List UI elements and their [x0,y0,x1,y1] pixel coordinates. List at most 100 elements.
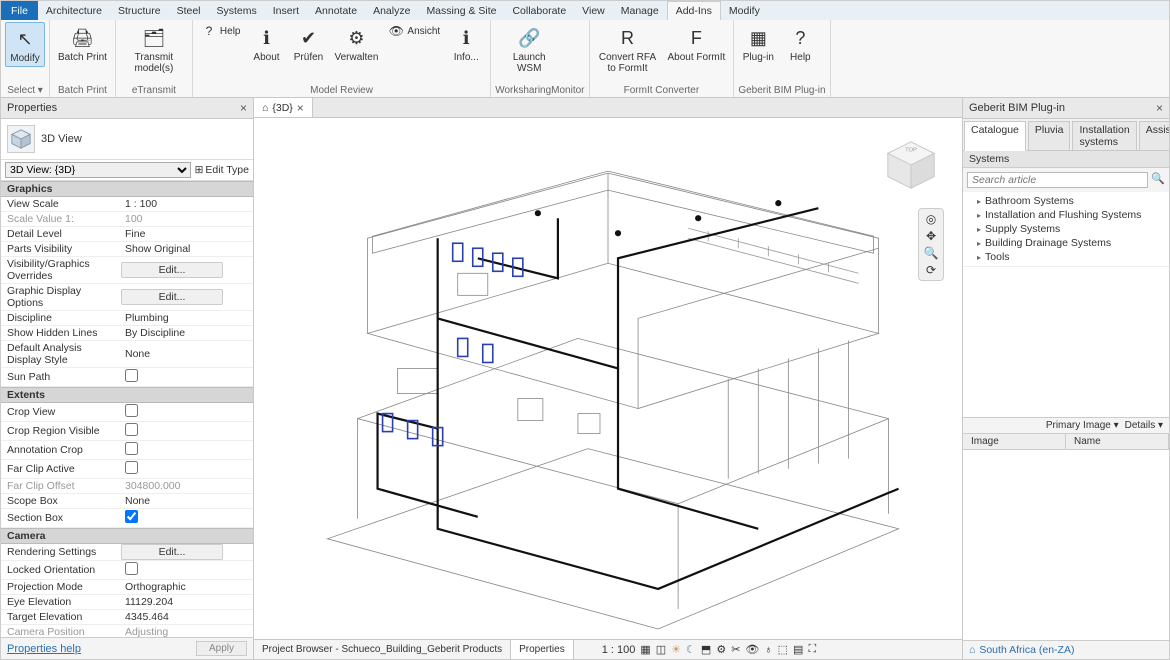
vc-icon[interactable]: ⚙ [716,643,726,656]
prop-checkbox[interactable] [121,561,253,579]
prop-value[interactable]: 4345.464 [121,610,253,624]
geberit-tab-pluvia[interactable]: Pluvia [1028,121,1071,151]
vc-icon[interactable]: ☾ [686,643,696,656]
prop-checkbox[interactable] [121,403,253,421]
edit-type-button[interactable]: ⊞ Edit Type [195,164,249,176]
steering-wheel-icon[interactable]: ◎ [926,212,936,226]
file-tab[interactable]: File [1,1,38,20]
vc-icon[interactable]: ✂ [731,643,740,656]
prop-section-header[interactable]: Extents [1,387,253,403]
tree-node[interactable]: Supply Systems [963,222,1169,236]
ribbon-group: ▦Plug-in?HelpGeberit BIM Plug-in [734,20,830,97]
type-selector[interactable]: 3D View [1,119,253,159]
properties-help-link[interactable]: Properties help [7,643,81,655]
prop-checkbox[interactable] [121,460,253,478]
ribbon-button-modify[interactable]: ↖Modify [5,22,45,67]
search-input[interactable] [967,172,1148,188]
ribbon-tab-view[interactable]: View [574,1,613,20]
tree-node[interactable]: Installation and Flushing Systems [963,208,1169,222]
tree-node[interactable]: Tools [963,250,1169,264]
geberit-tab-installation-systems[interactable]: Installation systems [1072,121,1136,151]
ribbon-button-launch-wsm[interactable]: 🔗Launch WSM [495,22,563,76]
navigation-bar[interactable]: ◎ ✥ 🔍 ⟳ [918,208,944,281]
ribbon-button-about-formit[interactable]: FAbout FormIt [664,22,730,65]
ribbon-tab-architecture[interactable]: Architecture [38,1,110,20]
prop-value[interactable]: Fine [121,227,253,241]
details-toggle[interactable]: Details ▾ [1125,420,1163,431]
view-tab-3d[interactable]: ⌂ {3D} × [254,98,313,117]
bottom-tab[interactable]: Properties [511,640,574,659]
prop-value[interactable]: 1 : 100 [121,197,253,211]
ribbon-tab-manage[interactable]: Manage [613,1,667,20]
prop-value[interactable]: By Discipline [121,326,253,340]
prop-checkbox[interactable] [121,422,253,440]
vc-icon[interactable]: ♁ [764,644,772,656]
ribbon-button-plug-in[interactable]: ▦Plug-in [738,22,778,65]
ribbon-tab-insert[interactable]: Insert [265,1,307,20]
pan-icon[interactable]: ✥ [926,229,936,243]
ribbon-button-transmit-model-s-[interactable]: 🗂Transmit model(s) [120,22,188,76]
ribbon-button-pr-fen[interactable]: ✔Prüfen [289,22,329,65]
prop-edit-button[interactable]: Edit... [121,262,223,278]
prop-section-header[interactable]: Camera [1,528,253,544]
scale-display[interactable]: 1 : 100 [602,644,636,656]
ribbon-button-info-[interactable]: ℹInfo... [446,22,486,65]
ribbon-button-batch-print[interactable]: 🖨Batch Print [54,22,111,65]
ribbon-button-ansicht[interactable]: 👁Ansicht [384,22,444,40]
ribbon-tab-analyze[interactable]: Analyze [365,1,418,20]
prop-value[interactable]: None [121,347,253,361]
ribbon-button-convert-rfa-to-formit[interactable]: RConvert RFA to FormIt [594,22,662,76]
geberit-tab-catalogue[interactable]: Catalogue [964,121,1026,151]
prop-edit-button[interactable]: Edit... [121,289,223,305]
ribbon-button-about[interactable]: ℹAbout [247,22,287,65]
orbit-icon[interactable]: ⟳ [926,263,936,277]
prop-value[interactable]: None [121,494,253,508]
vc-icon[interactable]: ▤ [793,643,803,656]
vc-icon[interactable]: 👁 [745,643,759,656]
prop-value[interactable]: Plumbing [121,311,253,325]
tree-node[interactable]: Building Drainage Systems [963,236,1169,250]
prop-value: Adjusting [121,625,253,637]
ribbon-button-verwalten[interactable]: ⚙Verwalten [331,22,383,65]
close-icon[interactable]: × [297,101,304,115]
zoom-icon[interactable]: 🔍 [924,246,939,260]
cube-icon [7,125,35,153]
vc-icon[interactable]: ☀ [671,643,681,656]
ribbon-tab-structure[interactable]: Structure [110,1,169,20]
vc-icon[interactable]: ◫ [656,643,666,656]
ribbon-button-help[interactable]: ?Help [197,22,245,40]
ribbon-tab-massing-site[interactable]: Massing & Site [418,1,504,20]
apply-button[interactable]: Apply [196,641,247,656]
prop-value[interactable]: Show Original [121,242,253,256]
close-icon[interactable]: × [240,101,247,115]
model-canvas[interactable]: TOP ◎ ✥ 🔍 ⟳ [254,118,962,639]
prop-edit-button[interactable]: Edit... [121,544,223,560]
prop-checkbox[interactable] [121,441,253,459]
prop-value[interactable]: Orthographic [121,580,253,594]
ribbon-tab-steel[interactable]: Steel [169,1,209,20]
prop-checkbox[interactable] [121,509,253,527]
ribbon-tab-annotate[interactable]: Annotate [307,1,365,20]
vc-icon[interactable]: ⬒ [701,643,711,656]
prop-checkbox[interactable] [121,368,253,386]
view-instance-select[interactable]: 3D View: {3D} [5,162,191,178]
prop-row: Eye Elevation11129.204 [1,595,253,610]
ribbon-tab-collaborate[interactable]: Collaborate [504,1,574,20]
locale-footer[interactable]: ⌂ South Africa (en-ZA) [963,640,1169,659]
ribbon-button-help[interactable]: ?Help [780,22,820,65]
close-icon[interactable]: × [1156,101,1163,115]
vc-icon[interactable]: ⬚ [778,643,788,656]
vc-icon[interactable]: ⛶ [808,643,816,656]
primary-image-toggle[interactable]: Primary Image ▾ [1046,420,1119,431]
tree-node[interactable]: Bathroom Systems [963,194,1169,208]
search-icon[interactable]: 🔍 [1151,172,1165,188]
geberit-tab-assistants[interactable]: Assistants [1139,121,1170,151]
prop-value[interactable]: 11129.204 [121,595,253,609]
view-cube[interactable]: TOP [882,136,940,194]
bottom-tab[interactable]: Project Browser - Schueco_Building_Geber… [254,640,511,659]
vc-icon[interactable]: ▦ [640,643,650,656]
ribbon-tab-add-ins[interactable]: Add-Ins [667,1,721,20]
prop-section-header[interactable]: Graphics [1,181,253,197]
ribbon-tab-modify[interactable]: Modify [721,1,768,20]
ribbon-tab-systems[interactable]: Systems [209,1,265,20]
